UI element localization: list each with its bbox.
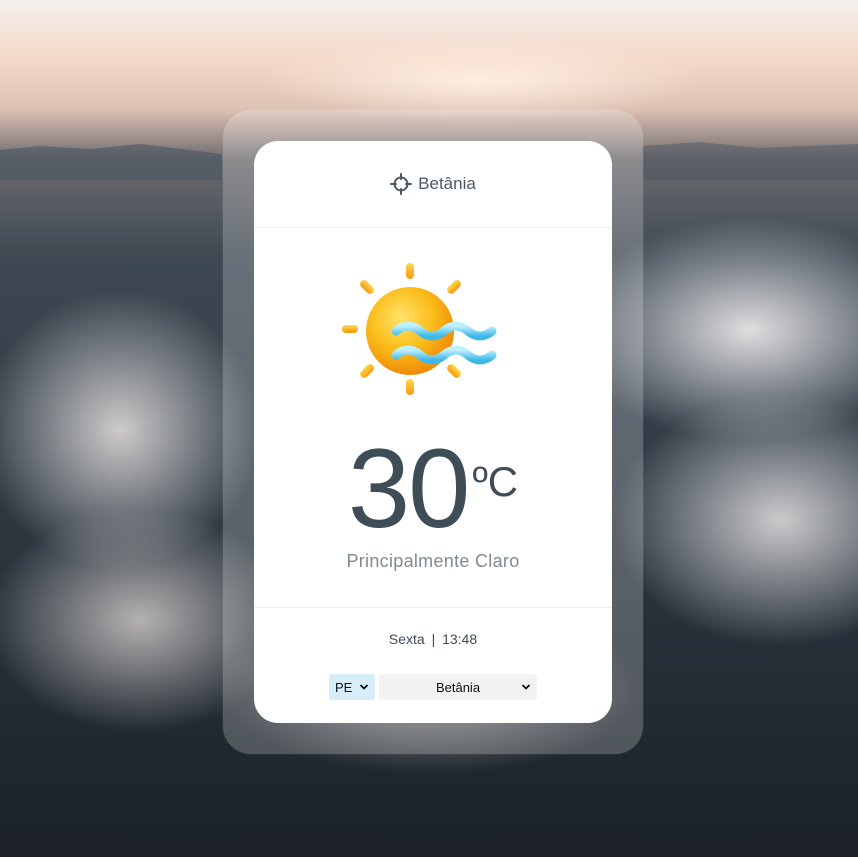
weather-description: Principalmente Claro xyxy=(346,551,520,571)
crosshair-icon[interactable] xyxy=(390,173,413,195)
chevron-down-icon xyxy=(521,680,531,694)
day-label: Sexta xyxy=(388,631,425,647)
divider xyxy=(254,607,612,608)
temperature-display: 30 ºC xyxy=(254,433,612,545)
city-select[interactable]: Betânia xyxy=(379,674,537,700)
location-name: Betânia xyxy=(418,174,476,193)
state-select-value: PE xyxy=(335,679,353,695)
date-time-separator: | xyxy=(431,631,436,647)
weather-card: Betânia 30 ºC Principalmente Claro Sexta… xyxy=(254,141,612,723)
location-header: Betânia xyxy=(254,141,612,228)
chevron-down-icon xyxy=(359,680,369,694)
date-time: Sexta | 13:48 xyxy=(254,631,612,647)
time-label: 13:48 xyxy=(442,631,478,647)
temperature-unit: ºC xyxy=(472,458,519,505)
temperature-value: 30 xyxy=(347,426,471,551)
location-selectors: PE Betânia xyxy=(329,674,537,700)
state-select[interactable]: PE xyxy=(329,674,375,700)
sun-with-wind-icon xyxy=(340,259,510,409)
city-select-value: Betânia xyxy=(435,679,481,695)
